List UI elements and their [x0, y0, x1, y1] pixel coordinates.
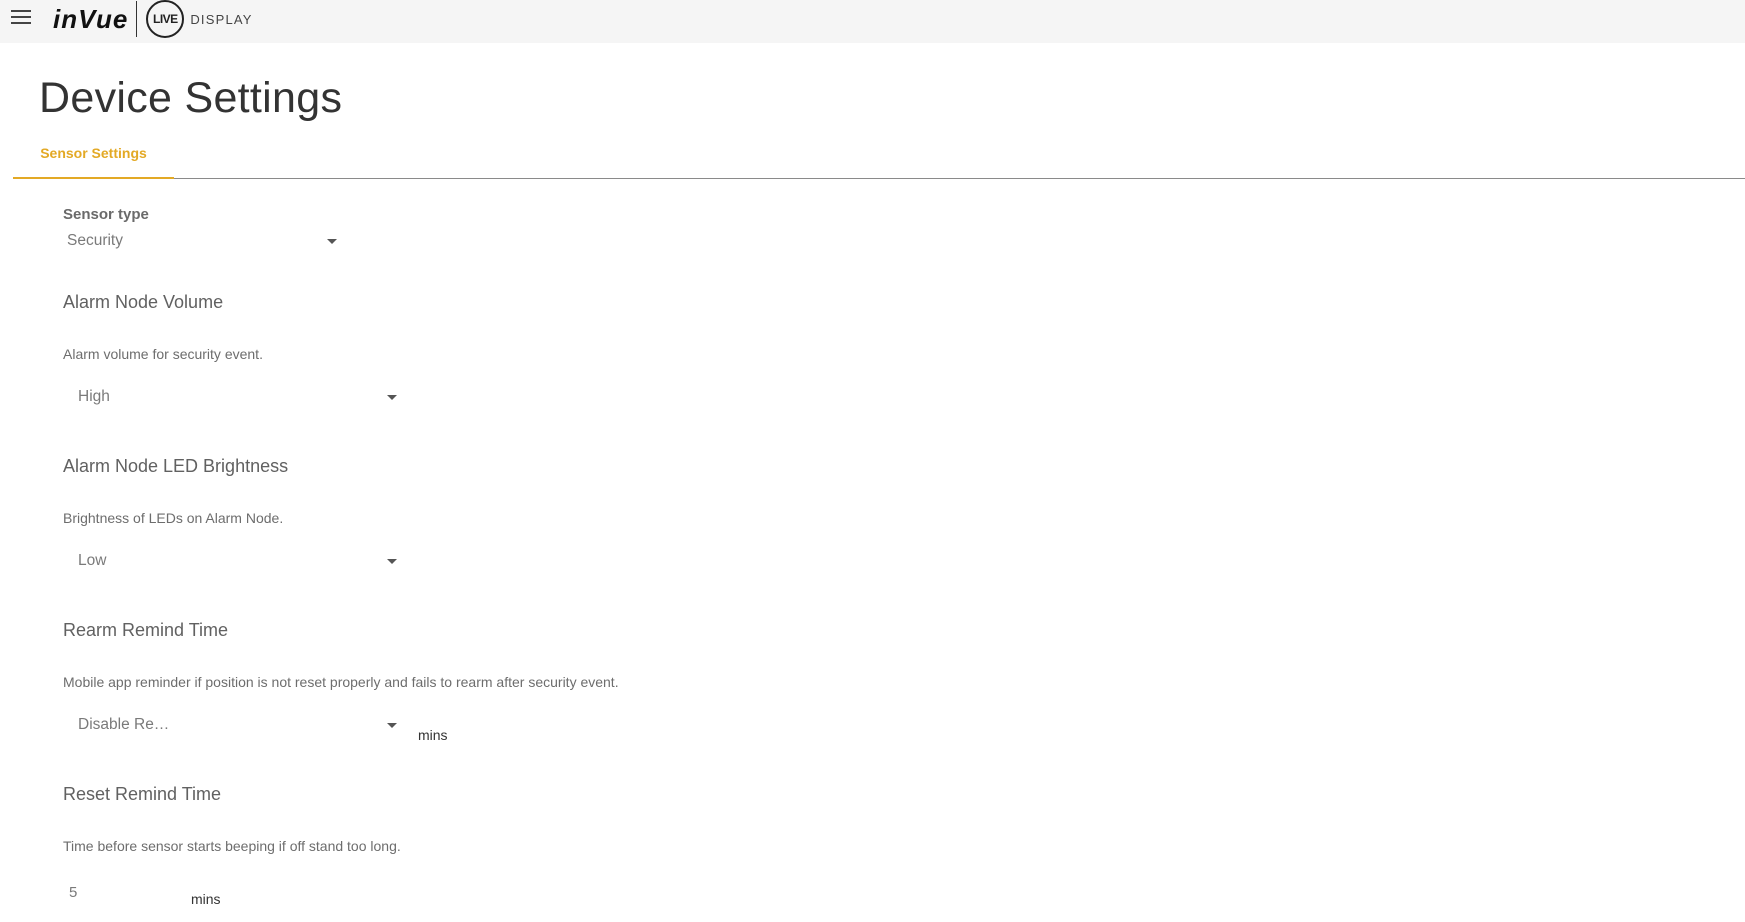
rearm-remind-value: Disable Re…: [78, 716, 170, 733]
page-title: Device Settings: [39, 74, 343, 122]
chevron-down-icon: [387, 723, 397, 728]
reset-remind-unit: mins: [191, 891, 221, 907]
hamburger-menu-icon[interactable]: [11, 10, 31, 26]
reset-remind-description: Time before sensor starts beeping if off…: [63, 838, 401, 854]
alarm-node-volume-select[interactable]: High: [78, 383, 397, 411]
sensor-type-label: Sensor type: [63, 206, 149, 223]
alarm-node-led-description: Brightness of LEDs on Alarm Node.: [63, 510, 284, 526]
logo-brand: inVue: [53, 3, 129, 34]
top-app-bar: inVue LIVE DISPLAY: [0, 0, 1745, 43]
logo-product-name: DISPLAY: [190, 11, 253, 27]
rearm-remind-title: Rearm Remind Time: [63, 620, 229, 640]
sensor-type-value: Security: [67, 232, 123, 249]
rearm-remind-description: Mobile app reminder if position is not r…: [63, 674, 619, 690]
alarm-node-led-value: Low: [78, 552, 107, 569]
alarm-node-volume-title: Alarm Node Volume: [63, 292, 224, 312]
rearm-remind-select[interactable]: Disable Re…: [78, 711, 397, 739]
chevron-down-icon: [327, 239, 337, 244]
sensor-type-select[interactable]: Security: [67, 227, 337, 255]
chevron-down-icon: [387, 559, 397, 564]
reset-remind-input[interactable]: 5: [69, 884, 169, 910]
logo-divider: [136, 1, 138, 37]
reset-remind-title: Reset Remind Time: [63, 784, 222, 804]
app-logo: inVue LIVE DISPLAY: [53, 0, 253, 38]
alarm-node-led-select[interactable]: Low: [78, 547, 397, 575]
alarm-node-volume-description: Alarm volume for security event.: [63, 346, 263, 362]
logo-live-badge: LIVE: [146, 0, 185, 38]
tab-strip: Sensor Settings: [13, 128, 1745, 179]
tab-sensor-settings[interactable]: Sensor Settings: [13, 128, 174, 179]
alarm-node-volume-value: High: [78, 388, 110, 405]
rearm-remind-unit: mins: [418, 727, 448, 743]
chevron-down-icon: [387, 395, 397, 400]
alarm-node-led-title: Alarm Node LED Brightness: [63, 456, 289, 476]
